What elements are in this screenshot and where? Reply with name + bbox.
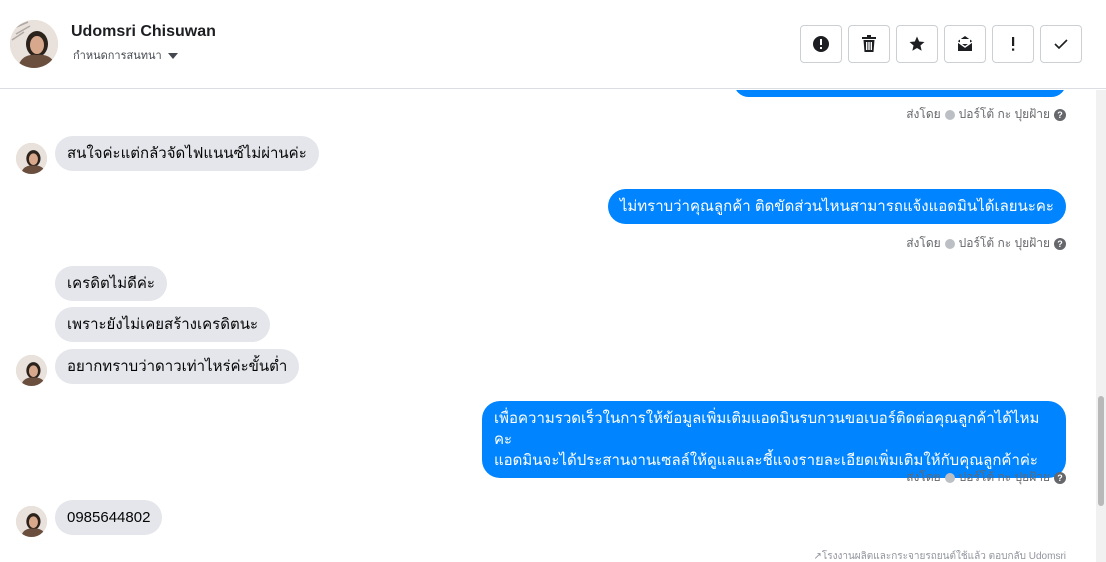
message-incoming[interactable]: 0985644802: [55, 500, 163, 535]
sent-by-info: ส่งโดย ปอร์โต้ กะ ปุยฝ้าย ?: [906, 105, 1066, 124]
message-incoming[interactable]: สนใจค่ะแต่กลัวจัดไฟแนนซ์ไม่ผ่านค่ะ: [55, 136, 319, 171]
message-incoming[interactable]: เพราะยังไม่เคยสร้างเครดิตนะ: [55, 307, 271, 342]
verified-icon: [944, 472, 955, 483]
star-button[interactable]: [896, 25, 938, 63]
mail-icon: [957, 36, 973, 51]
report-button[interactable]: [800, 25, 842, 63]
trash-icon: [862, 35, 876, 52]
avatar-photo: [16, 355, 47, 386]
star-icon: [909, 36, 925, 51]
avatar-photo: [16, 506, 47, 537]
message-outgoing[interactable]: ไม่ทราบว่าคุณลูกค้า ติดขัดส่วนไหนสามารถแ…: [607, 189, 1066, 224]
help-icon[interactable]: ?: [1054, 471, 1066, 484]
message-list[interactable]: ส่งโดย ปอร์โต้ กะ ปุยฝ้าย ? สนใจค่ะแต่กล…: [0, 90, 1096, 562]
contact-avatar[interactable]: [10, 20, 58, 68]
exclamation-icon: [1012, 37, 1015, 51]
exclamation-circle-icon: [813, 36, 829, 52]
sent-by-info: ส่งโดย ปอร์โต้ กะ ปุยฝ้าย ?: [906, 468, 1066, 487]
conversation-settings-label: กำหนดการสนทนา: [73, 50, 162, 62]
caret-down-icon: [167, 53, 178, 60]
scrollbar-thumb[interactable]: [1098, 396, 1104, 506]
contact-avatar-small: [16, 143, 47, 174]
spam-button[interactable]: [992, 25, 1034, 63]
message-outgoing[interactable]: เพื่อความรวดเร็วในการให้ข้อมูลเพิ่มเติมแ…: [482, 401, 1066, 478]
done-button[interactable]: [1040, 25, 1082, 63]
help-icon[interactable]: ?: [1054, 108, 1066, 121]
contact-name: Udomsri Chisuwan: [71, 23, 216, 40]
mark-unread-button[interactable]: [944, 25, 986, 63]
help-icon[interactable]: ?: [1054, 237, 1066, 250]
message-incoming[interactable]: อยากทราบว่าดาวเท่าไหร่ค่ะขั้นต่ำ: [55, 349, 300, 384]
message-outgoing-partial[interactable]: [734, 90, 1066, 97]
contact-avatar-small: [16, 506, 47, 537]
avatar-photo: [16, 143, 47, 174]
verified-icon: [944, 109, 955, 120]
message-incoming[interactable]: เครดิตไม่ดีค่ะ: [55, 266, 167, 301]
check-icon: [1054, 39, 1068, 50]
verified-icon: [944, 238, 955, 249]
conversation-settings-dropdown[interactable]: กำหนดการสนทนา: [73, 46, 178, 64]
scrollbar[interactable]: [1096, 90, 1106, 562]
sent-by-info: ส่งโดย ปอร์โต้ กะ ปุยฝ้าย ?: [906, 234, 1066, 253]
avatar-photo: [10, 20, 58, 68]
reply-note: ↗โรงงานผลิตและกระจายรถยนต์ใช้แล้ว ตอบกลั…: [813, 551, 1066, 562]
conversation-header: Udomsri Chisuwan กำหนดการสนทนา: [0, 0, 1106, 89]
delete-button[interactable]: [848, 25, 890, 63]
reply-arrow-icon: ↗: [813, 551, 822, 562]
header-toolbar: [800, 25, 1082, 63]
contact-avatar-small: [16, 355, 47, 386]
